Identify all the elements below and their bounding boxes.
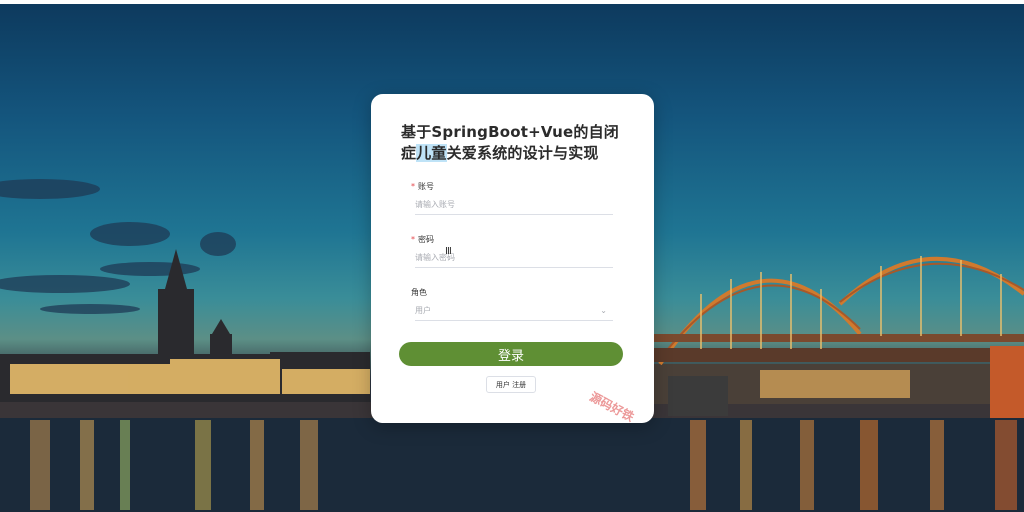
title-part-2: 关爱系统的设计与实现 <box>446 144 599 162</box>
password-label-text: 密码 <box>418 235 434 244</box>
account-label-text: 账号 <box>418 182 434 191</box>
role-select[interactable]: 用户 ⌄ <box>415 300 613 321</box>
chevron-down-icon: ⌄ <box>600 305 607 315</box>
login-card: 基于SpringBoot+Vue的自闭症儿童关爱系统的设计与实现 *账号 *密码… <box>371 94 654 423</box>
login-button[interactable]: 登录 <box>399 342 623 366</box>
required-mark: * <box>411 235 415 244</box>
title-highlight: 儿童 <box>416 144 447 162</box>
required-mark: * <box>411 182 415 191</box>
role-selected-value: 用户 <box>415 305 431 315</box>
register-button[interactable]: 用户 注册 <box>486 376 536 393</box>
role-label: 角色 <box>411 287 427 298</box>
account-input[interactable] <box>415 194 613 215</box>
text-cursor-icon: Ⅲ <box>445 246 452 257</box>
role-label-text: 角色 <box>411 288 427 297</box>
account-label: * 账号 <box>411 181 434 192</box>
page-title: 基于SpringBoot+Vue的自闭症儿童关爱系统的设计与实现 <box>401 122 631 164</box>
password-label: * 密码 <box>411 234 434 245</box>
